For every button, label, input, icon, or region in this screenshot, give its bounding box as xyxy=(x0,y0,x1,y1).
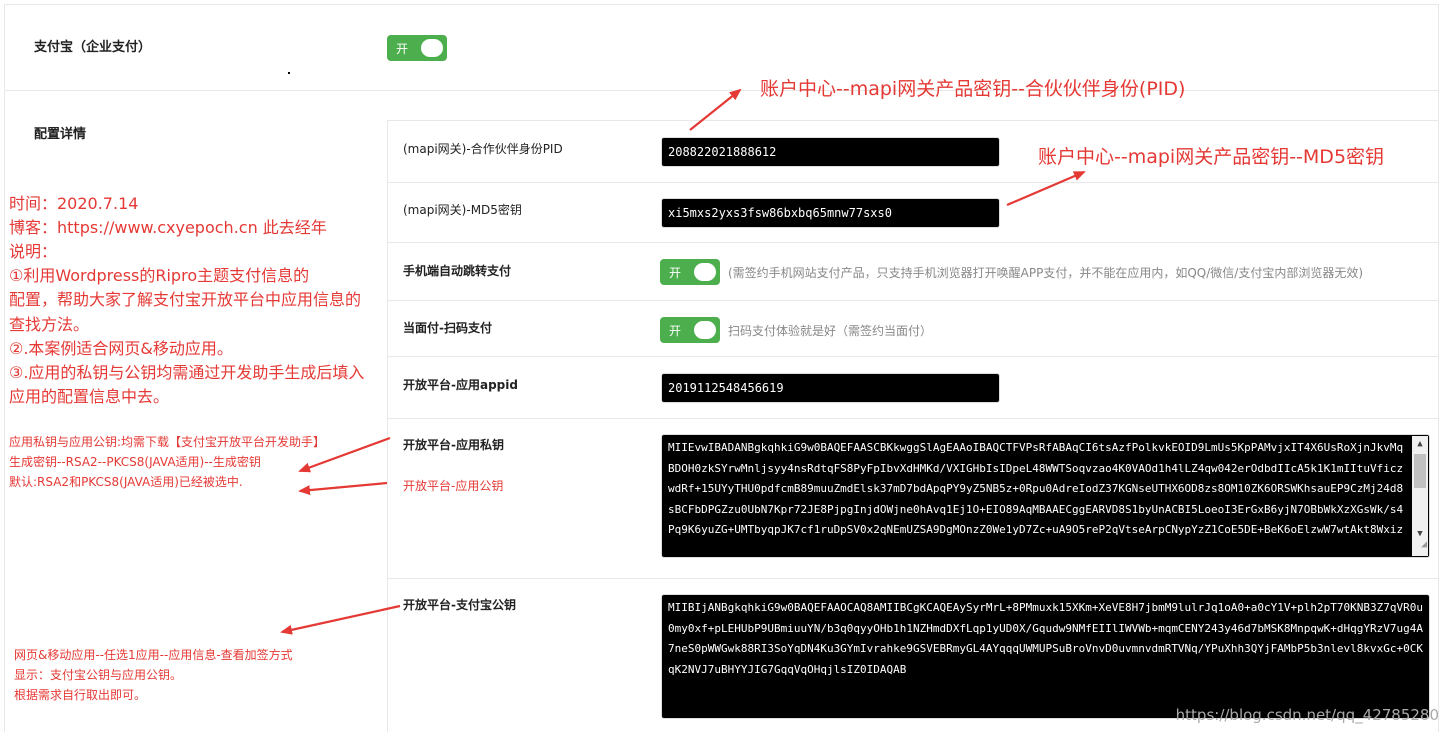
arrow-alipay-public-key xyxy=(280,604,401,635)
arrow-to-md5 xyxy=(1006,170,1086,207)
arrow-public-key xyxy=(298,481,388,496)
arrow-private-key xyxy=(298,436,391,473)
csdn-watermark: https://blog.csdn.net/qq_42785280 xyxy=(1175,706,1439,724)
annotation-arrows xyxy=(280,88,1086,635)
arrow-to-pid xyxy=(689,88,742,131)
